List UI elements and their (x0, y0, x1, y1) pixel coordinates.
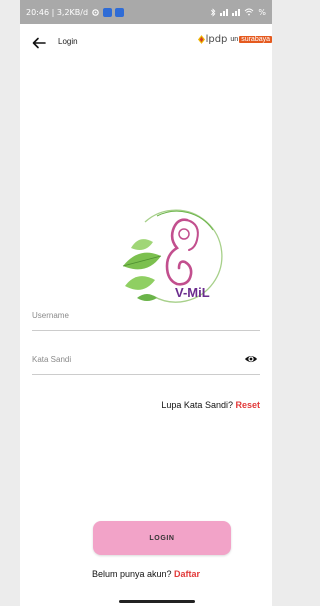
wifi-icon (245, 8, 254, 16)
signal-icon (232, 8, 241, 16)
register-prompt: Belum punya akun? Daftar (20, 569, 272, 579)
forgot-prefix: Lupa Kata Sandi? (161, 400, 233, 410)
app-bar: Login lpdp un surabaya (20, 24, 272, 62)
unesa-tag: surabaya (239, 36, 272, 43)
home-indicator (119, 600, 195, 603)
status-time: 20:46 | 3,2KB/d (26, 7, 89, 17)
register-link[interactable]: Daftar (174, 569, 200, 579)
lpdp-text: lpdp (205, 34, 228, 45)
username-field (32, 302, 260, 331)
unesa-text: un (230, 36, 239, 43)
arrow-left-icon (32, 37, 46, 49)
battery-text: % (258, 7, 266, 17)
reset-link[interactable]: Reset (235, 400, 260, 410)
password-input[interactable] (32, 346, 222, 372)
signal-icon (220, 8, 229, 16)
status-bar: 20:46 | 3,2KB/d % (20, 0, 272, 24)
unesa-logo: un surabaya (230, 36, 272, 43)
password-field (32, 346, 260, 375)
notification-icon (115, 7, 125, 17)
login-button[interactable]: LOGIN (93, 521, 231, 555)
login-screen: 20:46 | 3,2KB/d % Login lpdp un surabaya… (20, 0, 272, 606)
page-title: Login (58, 37, 78, 46)
partner-logos: lpdp un surabaya (197, 34, 272, 45)
register-prefix: Belum punya akun? (91, 569, 172, 579)
back-button[interactable] (28, 32, 50, 54)
lpdp-logo: lpdp (197, 34, 228, 45)
lpdp-mark-icon (197, 35, 205, 44)
eye-icon[interactable] (244, 352, 258, 366)
forgot-password: Lupa Kata Sandi? Reset (161, 400, 260, 410)
settings-icon (92, 8, 99, 16)
v-mil-logo: V-MiL (122, 209, 223, 303)
logo-text: V-MiL (175, 285, 210, 300)
notification-icon (103, 7, 113, 17)
username-input[interactable] (32, 302, 222, 328)
bluetooth-icon (211, 7, 216, 17)
